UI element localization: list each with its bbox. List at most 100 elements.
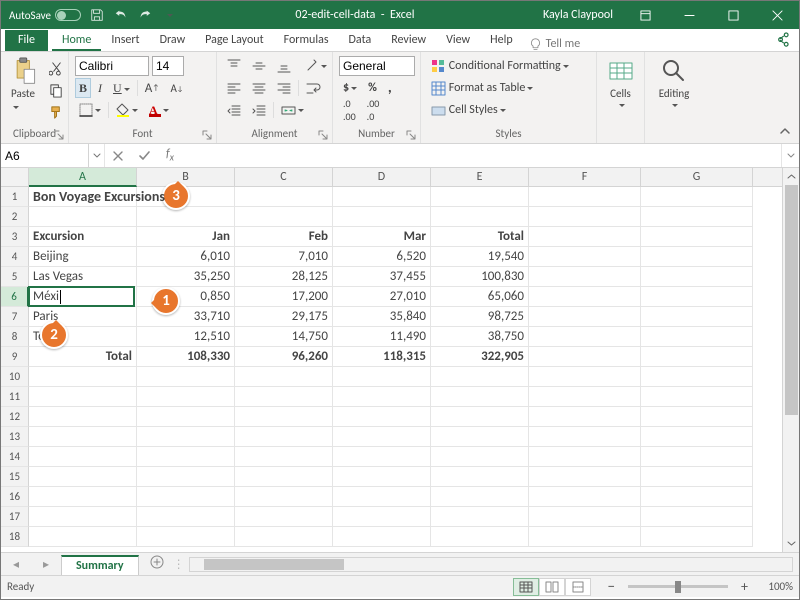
minimize-button[interactable]: [667, 1, 711, 29]
grid-body[interactable]: 1 Bon Voyage Excursions 2 3 Excursion Ja…: [1, 187, 799, 547]
maximize-button[interactable]: [711, 1, 755, 29]
font-name-input[interactable]: [75, 56, 149, 76]
cell[interactable]: 35,840: [333, 307, 431, 327]
collapse-ribbon-button[interactable]: [775, 121, 795, 141]
qat-customize-button[interactable]: [161, 7, 177, 23]
view-page-break-button[interactable]: [565, 578, 591, 596]
cell[interactable]: Mar: [333, 227, 431, 247]
format-painter-button[interactable]: [45, 102, 68, 122]
tab-data[interactable]: Data: [339, 30, 382, 51]
cell[interactable]: Las Vegas: [29, 267, 137, 287]
cell[interactable]: 38,750: [431, 327, 529, 347]
cell[interactable]: Beijing: [29, 247, 137, 267]
redo-button[interactable]: [137, 7, 153, 23]
zoom-slider[interactable]: [628, 585, 728, 588]
row-header[interactable]: 17: [1, 507, 29, 527]
cells-button[interactable]: Cells: [603, 55, 638, 108]
bold-button[interactable]: B: [75, 78, 91, 98]
insert-function-button[interactable]: fx: [157, 144, 183, 167]
align-middle-button[interactable]: [248, 56, 270, 76]
copy-button[interactable]: [45, 80, 68, 100]
col-header-f[interactable]: F: [529, 168, 641, 186]
increase-indent-button[interactable]: [248, 100, 270, 120]
tab-review[interactable]: Review: [381, 30, 436, 51]
align-right-button[interactable]: [273, 78, 295, 98]
number-format-select[interactable]: [339, 56, 415, 76]
borders-button[interactable]: [75, 100, 105, 120]
cell[interactable]: 96,260: [235, 347, 333, 367]
editing-button[interactable]: Editing: [651, 55, 697, 108]
col-header-d[interactable]: D: [333, 168, 431, 186]
shrink-font-button[interactable]: A↓: [166, 78, 187, 98]
row-header[interactable]: 9: [1, 347, 29, 367]
undo-button[interactable]: [113, 7, 129, 23]
zoom-in-button[interactable]: +: [736, 577, 753, 597]
cell[interactable]: 11,490: [333, 327, 431, 347]
row-header[interactable]: 13: [1, 427, 29, 447]
row-header[interactable]: 6: [1, 287, 29, 307]
decrease-indent-button[interactable]: [223, 100, 245, 120]
cell[interactable]: 17,200: [235, 287, 333, 307]
zoom-out-button[interactable]: −: [603, 577, 620, 597]
cell-styles-button[interactable]: Cell Styles: [427, 100, 510, 120]
vertical-scrollbar[interactable]: [782, 168, 799, 552]
row-header[interactable]: 16: [1, 487, 29, 507]
cell[interactable]: 100,830: [431, 267, 529, 287]
tab-file[interactable]: File: [5, 30, 48, 51]
paste-button[interactable]: Paste: [7, 55, 43, 122]
tab-formulas[interactable]: Formulas: [274, 30, 339, 51]
close-button[interactable]: [755, 1, 799, 29]
align-left-button[interactable]: [223, 78, 245, 98]
cell[interactable]: 12,510: [137, 327, 235, 347]
scroll-down-button[interactable]: [783, 535, 799, 552]
row-header[interactable]: 18: [1, 527, 29, 547]
cell[interactable]: 35,250: [137, 267, 235, 287]
tab-view[interactable]: View: [436, 30, 480, 51]
conditional-formatting-button[interactable]: Conditional Formatting: [427, 56, 573, 76]
cell[interactable]: 29,175: [235, 307, 333, 327]
sheet-nav-prev[interactable]: ◂: [1, 557, 31, 572]
align-center-button[interactable]: [248, 78, 270, 98]
cell[interactable]: 322,905: [431, 347, 529, 367]
slider-thumb[interactable]: [675, 581, 681, 593]
accounting-format-button[interactable]: $: [339, 78, 361, 98]
cell[interactable]: Total: [29, 347, 137, 367]
tab-help[interactable]: Help: [480, 30, 523, 51]
decrease-decimal-button[interactable]: .00.0: [363, 100, 384, 120]
tell-me-search[interactable]: Tell me: [529, 37, 581, 51]
col-header-a[interactable]: A: [29, 168, 137, 187]
cell[interactable]: 28,125: [235, 267, 333, 287]
cell[interactable]: 27,010: [333, 287, 431, 307]
row-header[interactable]: 2: [1, 207, 29, 227]
name-box-dropdown[interactable]: [89, 144, 105, 167]
user-name[interactable]: Kayla Claypool: [533, 8, 623, 22]
scrollbar-thumb[interactable]: [785, 185, 798, 415]
cell[interactable]: Feb: [235, 227, 333, 247]
enter-edit-button[interactable]: [131, 144, 157, 167]
format-as-table-button[interactable]: Format as Table: [427, 78, 537, 98]
col-header-c[interactable]: C: [235, 168, 333, 186]
comma-format-button[interactable]: ,: [384, 78, 396, 98]
view-normal-button[interactable]: [513, 578, 539, 596]
add-sheet-button[interactable]: [145, 555, 169, 573]
tab-home[interactable]: Home: [52, 30, 101, 51]
formula-bar-input[interactable]: [183, 144, 781, 167]
tab-draw[interactable]: Draw: [150, 30, 196, 51]
select-all-corner[interactable]: [1, 168, 29, 186]
dialog-launcher-icon[interactable]: [406, 130, 416, 140]
sheet-tab-summary[interactable]: Summary: [61, 555, 139, 575]
view-page-layout-button[interactable]: [539, 578, 565, 596]
cell[interactable]: Bon Voyage Excursions: [29, 187, 137, 207]
cell[interactable]: 6,010: [137, 247, 235, 267]
dialog-launcher-icon[interactable]: [318, 130, 328, 140]
cell[interactable]: 37,455: [333, 267, 431, 287]
cut-button[interactable]: [45, 58, 68, 78]
col-header-e[interactable]: E: [431, 168, 529, 186]
row-header[interactable]: 5: [1, 267, 29, 287]
row-header[interactable]: 8: [1, 327, 29, 347]
scroll-up-button[interactable]: [783, 168, 799, 185]
row-header[interactable]: 12: [1, 407, 29, 427]
align-bottom-button[interactable]: [273, 56, 295, 76]
font-size-input[interactable]: [152, 56, 184, 76]
cell[interactable]: 118,315: [333, 347, 431, 367]
